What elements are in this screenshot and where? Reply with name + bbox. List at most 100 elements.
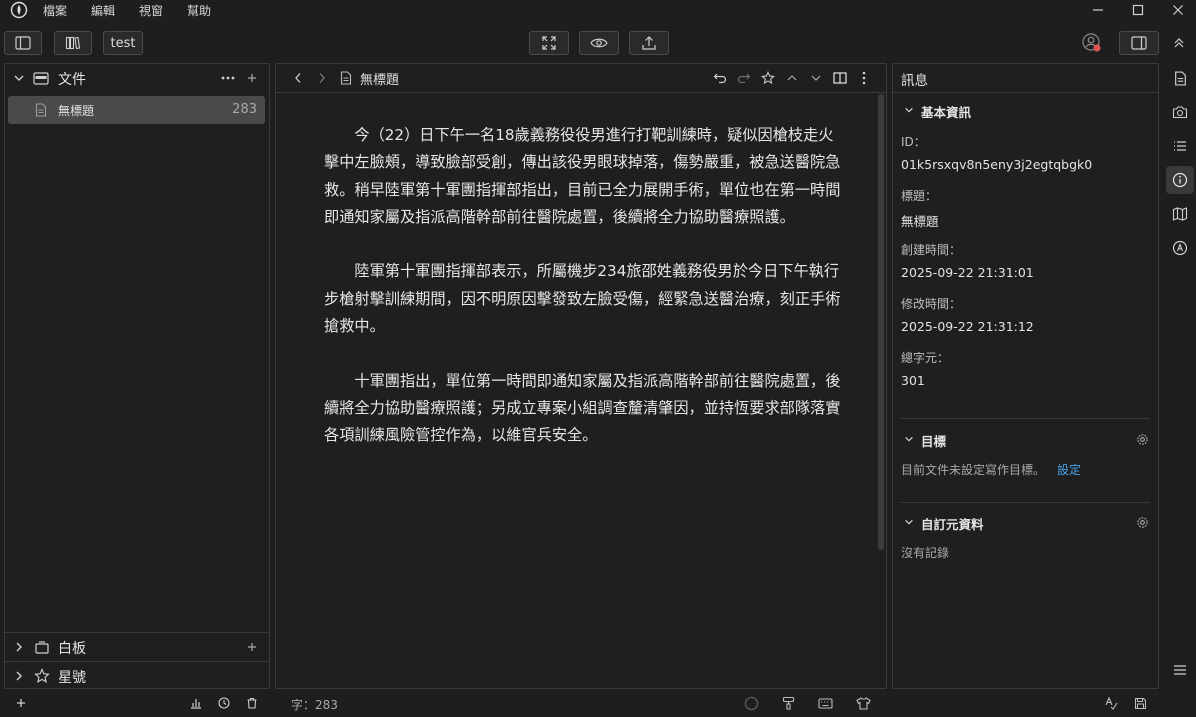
- avatar[interactable]: [1082, 33, 1102, 53]
- menu-edit[interactable]: 編輯: [91, 2, 115, 19]
- custom-metadata-section-header[interactable]: 自訂元資料: [903, 513, 1153, 532]
- add-whiteboard-icon[interactable]: [244, 639, 260, 655]
- format-brush-icon[interactable]: [780, 695, 796, 711]
- file-list-item[interactable]: 無標題 283: [8, 96, 265, 124]
- close-icon[interactable]: [1158, 0, 1196, 20]
- menu-file[interactable]: 檔案: [43, 2, 67, 19]
- stats-icon[interactable]: [189, 696, 203, 710]
- theme-shirt-icon[interactable]: [855, 695, 871, 711]
- toggle-sidebar-button[interactable]: [4, 31, 42, 55]
- goal-section-header[interactable]: 目標: [903, 430, 1153, 449]
- chevron-down-icon: [903, 433, 915, 445]
- whiteboard-icon: [34, 639, 50, 655]
- spellcheck-icon[interactable]: [1103, 695, 1119, 711]
- chevrons-up-icon[interactable]: [1170, 34, 1188, 52]
- basic-info-section-header[interactable]: 基本資訊: [903, 101, 1153, 120]
- nav-back-icon[interactable]: [290, 70, 306, 86]
- workspace-button[interactable]: test: [103, 31, 143, 55]
- chevron-down-icon[interactable]: [808, 70, 824, 86]
- library-button[interactable]: [54, 31, 92, 55]
- history-icon[interactable]: [217, 696, 231, 710]
- sync-status-icon[interactable]: [743, 695, 759, 711]
- workspace-label: test: [110, 35, 136, 51]
- file-name: 無標題: [58, 104, 95, 118]
- star-icon[interactable]: [760, 70, 776, 86]
- sidebar-divider-2: [5, 661, 269, 662]
- whiteboard-section-label: 白板: [58, 641, 86, 657]
- info-header-divider: [893, 92, 1158, 93]
- add-file-icon[interactable]: [244, 70, 260, 86]
- chars-value: 301: [901, 373, 925, 388]
- eye-icon: [590, 37, 608, 49]
- keyboard-icon[interactable]: [817, 695, 833, 711]
- info-divider-2: [901, 502, 1150, 503]
- redo-icon[interactable]: [736, 70, 752, 86]
- info-divider-1: [901, 418, 1150, 419]
- menubar: 檔案 編輯 視窗 幫助: [0, 0, 1196, 20]
- files-section-header[interactable]: 文件: [12, 68, 264, 88]
- goal-text: 目前文件未設定寫作目標。: [901, 463, 1046, 477]
- more-vertical-icon[interactable]: [856, 70, 872, 86]
- fullscreen-button[interactable]: [529, 31, 569, 55]
- rail-menu-button[interactable]: [1166, 656, 1194, 684]
- sidebar-icon: [15, 36, 31, 50]
- rail-outline-button[interactable]: [1166, 132, 1194, 160]
- map-icon: [1172, 207, 1188, 221]
- undo-icon[interactable]: [712, 70, 728, 86]
- chevron-up-icon[interactable]: [784, 70, 800, 86]
- rail-map-button[interactable]: [1166, 200, 1194, 228]
- editor-scrollbar[interactable]: [878, 94, 884, 550]
- files-section-label: 文件: [58, 72, 86, 88]
- nav-forward-icon[interactable]: [314, 70, 330, 86]
- starred-section-header[interactable]: 星號: [12, 666, 264, 686]
- paragraph: 陸軍第十軍團指揮部表示，所屬機步234旅邵姓義務役男於今日下午執行步槍射擊訓練期…: [324, 262, 841, 336]
- rail-snapshot-button[interactable]: [1166, 98, 1194, 126]
- chevron-down-icon: [903, 104, 915, 116]
- paragraph: 今（22）日下午一名18歲義務役役男進行打靶訓練時，疑似因槍枝走火擊中左臉頰，導…: [324, 126, 841, 226]
- created-value: 2025-09-22 21:31:01: [901, 265, 1034, 280]
- title-label: 標題：: [901, 189, 938, 203]
- camera-icon: [1172, 105, 1188, 119]
- library-icon: [65, 36, 81, 50]
- document-icon: [34, 103, 48, 117]
- document-icon: [339, 70, 353, 86]
- modified-label: 修改時間：: [901, 297, 962, 311]
- gear-icon[interactable]: [1135, 515, 1149, 529]
- gear-icon[interactable]: [1135, 432, 1149, 446]
- menu-window[interactable]: 視窗: [139, 2, 163, 19]
- expand-icon: [541, 35, 557, 51]
- upload-icon: [641, 35, 657, 51]
- preview-button[interactable]: [579, 31, 619, 55]
- add-icon[interactable]: [14, 696, 28, 710]
- basic-info-section-title: 基本資訊: [921, 105, 972, 120]
- sidebar: [4, 63, 270, 689]
- maximize-icon[interactable]: [1118, 0, 1158, 20]
- rail-info-button[interactable]: [1166, 166, 1194, 194]
- rail-ai-button[interactable]: [1166, 234, 1194, 262]
- toggle-right-panel-button[interactable]: [1119, 31, 1159, 55]
- trash-icon[interactable]: [245, 696, 259, 710]
- export-button[interactable]: [629, 31, 669, 55]
- title-value: 無標題: [901, 214, 939, 229]
- split-view-icon[interactable]: [832, 70, 848, 86]
- doc-title[interactable]: 無標題: [360, 69, 399, 88]
- ai-icon: [1172, 240, 1188, 256]
- starred-section-label: 星號: [58, 670, 86, 686]
- chars-label: 總字元：: [901, 351, 950, 365]
- rail-document-button[interactable]: [1166, 64, 1194, 92]
- folder-icon: [33, 70, 49, 86]
- editor-content[interactable]: 今（22）日下午一名18歲義務役役男進行打靶訓練時，疑似因槍枝走火擊中左臉頰，導…: [324, 122, 844, 477]
- goal-setup-link[interactable]: 設定: [1057, 461, 1081, 478]
- paragraph: 十軍團指出，單位第一時間即通知家屬及指派高階幹部前往醫院處置，後續將全力協助醫療…: [324, 371, 841, 445]
- list-icon: [1173, 140, 1187, 152]
- menu-help[interactable]: 幫助: [187, 2, 211, 19]
- chevron-right-icon: [12, 640, 26, 654]
- info-icon: [1172, 172, 1188, 188]
- save-status-icon[interactable]: [1132, 695, 1148, 711]
- more-icon[interactable]: [220, 70, 236, 86]
- whiteboard-section-header[interactable]: 白板: [12, 637, 264, 657]
- sidebar-divider: [5, 632, 269, 633]
- minimize-icon[interactable]: [1078, 0, 1118, 20]
- id-value: 01k5rsxqv8n5eny3j2egtqbgk0: [901, 157, 1093, 172]
- goal-section-title: 目標: [921, 434, 947, 449]
